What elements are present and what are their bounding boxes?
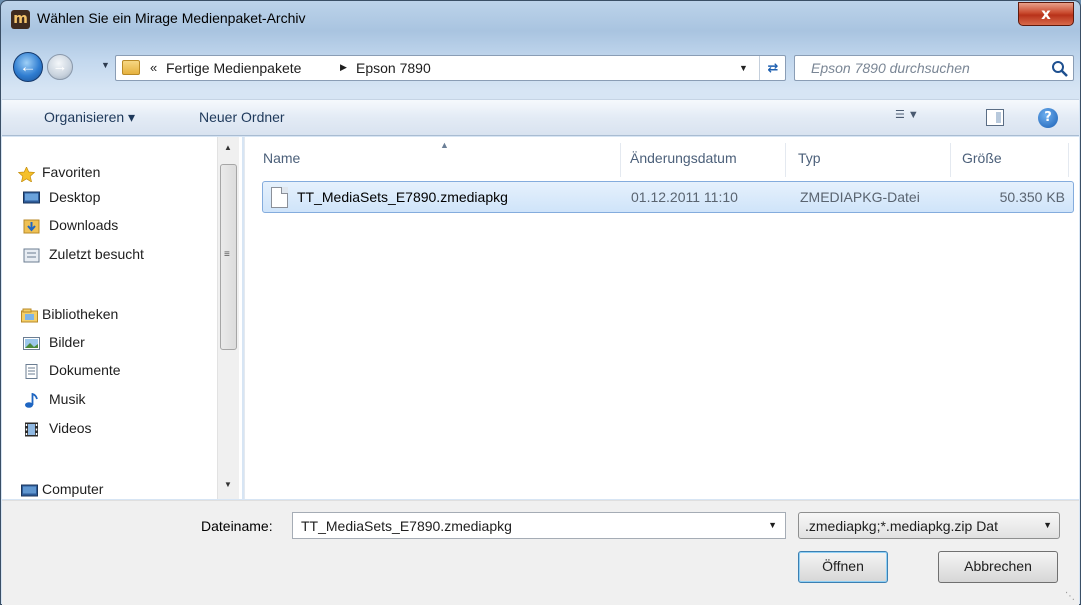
help-icon[interactable]: ?: [1038, 108, 1058, 128]
scrollbar-grip-icon: ≡: [224, 249, 230, 260]
sidebar-item-videos[interactable]: Videos: [49, 420, 92, 436]
change-view-icon[interactable]: ☰ ▼: [895, 108, 933, 128]
file-date: 01.12.2011 11:10: [631, 189, 738, 205]
organize-menu-button[interactable]: Organisieren ▾: [44, 109, 135, 126]
search-icon[interactable]: [1051, 60, 1069, 78]
column-header-type[interactable]: Typ: [798, 150, 821, 166]
recent-pages-dropdown-icon[interactable]: ▼: [101, 60, 110, 70]
pictures-icon: [23, 337, 40, 350]
filename-field[interactable]: TT_MediaSets_E7890.zmediapkg ▼: [292, 512, 786, 539]
breadcrumb-item[interactable]: Fertige Medienpakete: [166, 60, 301, 76]
file-open-dialog: m Wählen Sie ein Mirage Medienpaket-Arch…: [0, 0, 1081, 605]
file-size: 50.350 KB: [999, 189, 1065, 205]
breadcrumb-item[interactable]: Epson 7890: [356, 60, 431, 76]
desktop-icon: [23, 191, 40, 204]
breadcrumb-separator-icon[interactable]: ▶: [340, 62, 347, 73]
filename-label: Dateiname:: [201, 518, 273, 534]
cancel-button[interactable]: Abbrechen: [938, 551, 1058, 583]
window-title: Wählen Sie ein Mirage Medienpaket-Archiv: [37, 10, 306, 26]
column-divider[interactable]: [620, 143, 621, 177]
file-type-filter-select[interactable]: .zmediapkg;*.mediapkg.zip Dat ▼: [798, 512, 1060, 539]
back-arrow-icon[interactable]: ←: [13, 52, 43, 82]
folder-icon: [122, 60, 140, 75]
scrollbar-thumb[interactable]: ≡: [220, 164, 237, 350]
command-toolbar: Organisieren ▾ Neuer Ordner ☰ ▼ ?: [2, 99, 1079, 136]
filename-dropdown-icon[interactable]: ▼: [768, 520, 777, 530]
sidebar-item-computer[interactable]: Computer: [42, 481, 103, 497]
sidebar-item-music[interactable]: Musik: [49, 391, 86, 407]
new-folder-button[interactable]: Neuer Ordner: [199, 109, 285, 125]
address-dropdown-icon[interactable]: ▼: [739, 63, 748, 73]
navigation-bar: ← → ▼ « Fertige Medienpakete ▶ Epson 789…: [1, 47, 1080, 87]
computer-icon: [21, 484, 38, 497]
filter-dropdown-icon[interactable]: ▼: [1043, 520, 1052, 530]
file-name: TT_MediaSets_E7890.zmediapkg: [297, 189, 508, 205]
libraries-icon: [21, 308, 38, 323]
column-divider[interactable]: [785, 143, 786, 177]
sidebar-item-desktop[interactable]: Desktop: [49, 189, 100, 205]
sidebar-item-recent-places[interactable]: Zuletzt besucht: [49, 246, 144, 262]
mirage-app-icon: m: [11, 10, 30, 29]
sidebar-item-documents[interactable]: Dokumente: [49, 362, 121, 378]
search-input[interactable]: Epson 7890 durchsuchen: [794, 55, 1074, 81]
forward-arrow-icon[interactable]: →: [47, 54, 73, 80]
sidebar-item-downloads[interactable]: Downloads: [49, 217, 118, 233]
preview-pane-icon[interactable]: [986, 109, 1004, 126]
music-icon: [25, 393, 38, 408]
sidebar-item-favorites[interactable]: Favoriten: [42, 164, 100, 180]
column-header-date[interactable]: Änderungsdatum: [630, 150, 737, 166]
navigation-scrollbar[interactable]: ▲ ≡ ▼: [217, 137, 239, 499]
filename-value: TT_MediaSets_E7890.zmediapkg: [301, 518, 512, 534]
scroll-down-icon[interactable]: ▼: [224, 480, 232, 489]
file-type: ZMEDIAPKG-Datei: [800, 189, 920, 205]
resize-grip-icon[interactable]: ⋱: [1065, 591, 1075, 602]
column-divider[interactable]: [950, 143, 951, 177]
downloads-icon: [23, 219, 40, 234]
column-header-name[interactable]: Name: [263, 150, 300, 166]
favorites-star-icon: [18, 167, 35, 182]
column-header-size[interactable]: Größe: [962, 150, 1002, 166]
navigation-pane: Favoriten Desktop Downloads Zuletzt besu…: [2, 137, 242, 499]
dialog-footer: Dateiname: TT_MediaSets_E7890.zmediapkg …: [2, 500, 1079, 605]
sidebar-item-pictures[interactable]: Bilder: [49, 334, 85, 350]
title-bar[interactable]: m Wählen Sie ein Mirage Medienpaket-Arch…: [1, 1, 1080, 43]
documents-icon: [25, 364, 38, 379]
recent-places-icon: [23, 248, 40, 263]
refresh-icon[interactable]: ⇄: [759, 56, 786, 80]
column-divider[interactable]: [1068, 143, 1069, 177]
file-type-filter-value: .zmediapkg;*.mediapkg.zip Dat: [805, 518, 998, 534]
file-icon: [271, 187, 288, 208]
search-placeholder: Epson 7890 durchsuchen: [811, 60, 970, 76]
scroll-up-icon[interactable]: ▲: [224, 143, 232, 152]
file-list: Name ▲ Änderungsdatum Typ Größe TT_Media…: [244, 137, 1079, 499]
videos-icon: [25, 422, 38, 437]
sidebar-item-libraries[interactable]: Bibliotheken: [42, 306, 118, 322]
sort-ascending-icon: ▲: [440, 140, 449, 150]
open-button[interactable]: Öffnen: [798, 551, 888, 583]
close-button[interactable]: x: [1018, 2, 1074, 26]
file-row-selected[interactable]: TT_MediaSets_E7890.zmediapkg 01.12.2011 …: [262, 181, 1074, 213]
breadcrumb-overflow-icon[interactable]: «: [150, 60, 157, 75]
address-bar[interactable]: « Fertige Medienpakete ▶ Epson 7890 ▼ ⇄: [115, 55, 786, 81]
